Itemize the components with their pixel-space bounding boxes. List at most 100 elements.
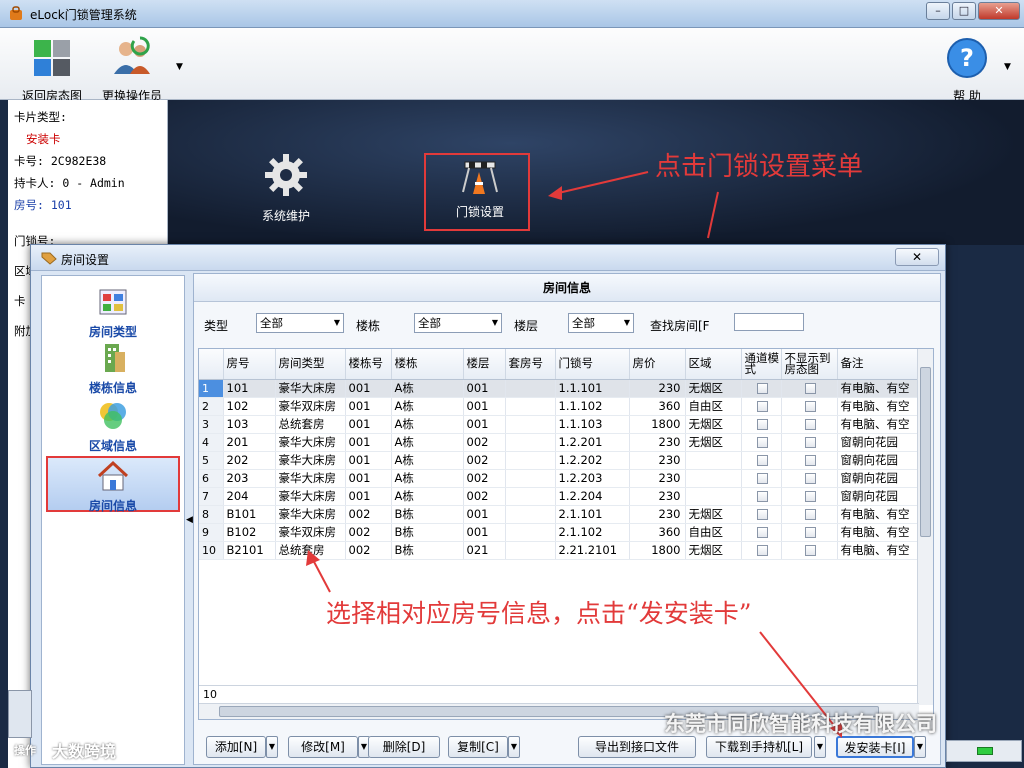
settings-nav: 房间类型 楼栋信息 区域信息 房间信息 [41,275,185,765]
header-building[interactable]: 楼栋 [391,349,464,380]
cell-passage-mode-checkbox[interactable] [741,487,782,506]
cell-floor: 001 [463,379,506,398]
cell-hide-from-map-checkbox[interactable] [781,451,838,470]
header-lock-no[interactable]: 门锁号 [555,349,630,380]
checkbox[interactable] [805,508,816,520]
cell-passage-mode-checkbox[interactable] [741,451,782,470]
table-row[interactable]: 7 204 豪华大床房 001 A栋 002 1.2.204 230 窗朝向花园 [199,487,920,506]
checkbox[interactable] [805,526,816,538]
nav-area-info-label: 区域信息 [88,439,137,453]
checkbox[interactable] [805,418,816,430]
checkbox[interactable] [757,418,768,430]
cell-building-no: 001 [345,487,392,506]
checkbox[interactable] [757,436,768,448]
table-row[interactable]: 9 B102 豪华双床房 002 B栋 001 2.1.102 360 自由区 有电脑、有空 [199,523,920,542]
cell-hide-from-map-checkbox[interactable] [781,379,838,398]
checkbox[interactable] [805,454,816,466]
cell-building: A栋 [391,379,464,398]
table-row[interactable]: 3 103 总统套房 001 A栋 001 1.1.103 1800 无烟区 有电脑、有空 [199,415,920,434]
cell-hide-from-map-checkbox[interactable] [781,505,838,524]
grid-vertical-scrollbar[interactable] [917,349,933,705]
table-row[interactable]: 1 101 豪华大床房 001 A栋 001 1.1.101 230 无烟区 有电脑、有空 [199,379,920,398]
table-row[interactable]: 4 201 豪华大床房 001 A栋 002 1.2.201 230 无烟区 窗朝向花园 [199,433,920,452]
checkbox[interactable] [805,436,816,448]
cell-price: 1800 [629,415,686,434]
header-remarks[interactable]: 备注 [837,349,920,380]
checkbox[interactable] [805,400,816,412]
header-building-no[interactable]: 楼栋号 [345,349,392,380]
cell-building: A栋 [391,487,464,506]
floor-filter-select[interactable]: 全部 ▼ [568,313,634,333]
cell-lock-no: 1.2.203 [555,469,630,488]
header-price[interactable]: 房价 [629,349,686,380]
collapse-arrow-icon[interactable]: ◀ [186,515,193,525]
issue-dropdown-arrow[interactable]: ▼ [914,736,926,758]
checkbox[interactable] [757,508,768,520]
help-dropdown-arrow[interactable]: ▼ [1004,62,1011,72]
cell-room-type: 豪华大床房 [275,487,346,506]
cell-hide-from-map-checkbox[interactable] [781,487,838,506]
cell-hide-from-map-checkbox[interactable] [781,415,838,434]
minimize-button[interactable]: – [926,2,950,20]
cell-floor: 001 [463,397,506,416]
cell-passage-mode-checkbox[interactable] [741,433,782,452]
cell-hide-from-map-checkbox[interactable] [781,433,838,452]
nav-room-info[interactable]: 房间信息 [46,456,180,513]
nav-room-type-label: 房间类型 [88,325,137,339]
help-button[interactable]: ? 帮 助 [944,36,990,104]
cell-hide-from-map-checkbox[interactable] [781,397,838,416]
cell-building: B栋 [391,505,464,524]
checkbox[interactable] [805,490,816,502]
cell-passage-mode-checkbox[interactable] [741,415,782,434]
toolbar-dropdown-arrow[interactable]: ▼ [176,62,183,72]
header-hide-from-map[interactable]: 不显示到房态图 [781,349,838,380]
checkbox[interactable] [805,382,816,394]
add-dropdown-arrow[interactable]: ▼ [266,736,278,758]
dialog-close-button[interactable]: ✕ [895,248,939,266]
table-row[interactable]: 2 102 豪华双床房 001 A栋 001 1.1.102 360 自由区 有电脑、有空 [199,397,920,416]
cell-passage-mode-checkbox[interactable] [741,469,782,488]
checkbox[interactable] [805,472,816,484]
checkbox[interactable] [757,382,768,394]
nav-area-info[interactable]: 区域信息 [46,400,180,453]
nav-room-type[interactable]: 房间类型 [46,286,180,339]
switch-operator-button[interactable]: 更换操作员 [96,36,168,104]
header-room-type[interactable]: 房间类型 [275,349,346,380]
table-row[interactable]: 8 B101 豪华大床房 002 B栋 001 2.1.101 230 无烟区 有电脑、有空 [199,505,920,524]
panel-splitter[interactable]: ◀ [185,275,193,765]
header-floor[interactable]: 楼层 [463,349,506,380]
cell-building: A栋 [391,397,464,416]
watermark-left: 大数跨境 [52,742,117,761]
table-row[interactable]: 6 203 豪华大床房 001 A栋 002 1.2.203 230 窗朝向花园 [199,469,920,488]
cell-area [685,451,742,470]
checkbox[interactable] [757,490,768,502]
search-room-input[interactable] [734,313,804,331]
header-area[interactable]: 区域 [685,349,742,380]
add-button[interactable]: 添加[N] [206,736,266,758]
nav-room-info-label: 房间信息 [88,499,137,513]
main-titlebar: eLock门锁管理系统 – □ ✕ [0,0,1024,28]
cell-hide-from-map-checkbox[interactable] [781,469,838,488]
nav-building-info[interactable]: 楼栋信息 [46,342,180,395]
type-filter-select[interactable]: 全部 ▼ [256,313,344,333]
header-room-no[interactable]: 房号 [223,349,276,380]
checkbox[interactable] [757,454,768,466]
cell-area: 无烟区 [685,415,742,434]
checkbox[interactable] [757,526,768,538]
building-filter-select[interactable]: 全部 ▼ [414,313,502,333]
system-maintenance-item[interactable]: 系统维护 [254,152,318,224]
back-to-room-map-button[interactable]: 返回房态图 [14,36,90,104]
cell-building-no: 001 [345,451,392,470]
checkbox[interactable] [757,472,768,484]
cell-hide-from-map-checkbox[interactable] [781,523,838,542]
table-row[interactable]: 5 202 豪华大床房 001 A栋 002 1.2.202 230 窗朝向花园 [199,451,920,470]
header-passage-mode[interactable]: 通道模式 [741,349,782,380]
cell-passage-mode-checkbox[interactable] [741,379,782,398]
maximize-button[interactable]: □ [952,2,976,20]
cell-passage-mode-checkbox[interactable] [741,505,782,524]
checkbox[interactable] [757,400,768,412]
cell-passage-mode-checkbox[interactable] [741,523,782,542]
header-suite-no[interactable]: 套房号 [505,349,556,380]
close-button[interactable]: ✕ [978,2,1020,20]
cell-passage-mode-checkbox[interactable] [741,397,782,416]
